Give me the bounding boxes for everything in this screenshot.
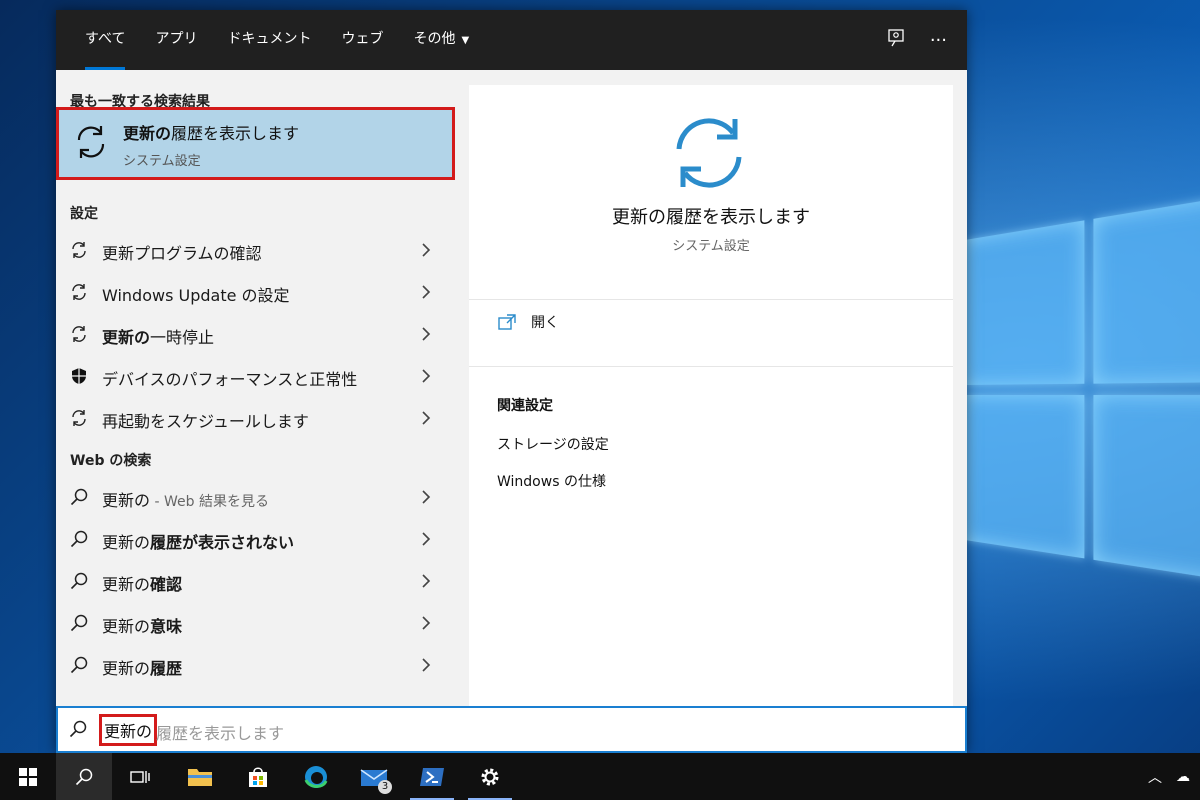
gear-icon (481, 768, 499, 785)
chevron-right-icon (422, 243, 431, 257)
web-item[interactable]: 更新の意味 (56, 603, 455, 643)
preview-title: 更新の履歴を表示します (612, 207, 810, 228)
search-tabs: すべて アプリ ドキュメント ウェブ その他 ▼ ··· (56, 10, 967, 70)
tab-all[interactable]: すべて (70, 10, 140, 70)
best-match-subtitle: システム設定 (123, 154, 201, 169)
refresh-icon (72, 326, 86, 342)
edge-button[interactable] (288, 753, 344, 800)
settings-button[interactable] (462, 753, 518, 800)
related-item-storage[interactable]: ストレージの設定 (497, 434, 609, 454)
start-search-panel: すべて アプリ ドキュメント ウェブ その他 ▼ ··· 最も一致する検索結果 更… (56, 10, 967, 753)
refresh-icon (72, 284, 86, 300)
web-search-heading: Web の検索 (70, 453, 152, 469)
settings-heading: 設定 (70, 206, 98, 222)
results-list: 最も一致する検索結果 更新の履歴を表示します システム設定 設定 更新プログラム… (56, 70, 455, 706)
autocomplete-hint: 履歴を表示します (156, 724, 285, 743)
chevron-down-icon: ▼ (461, 35, 470, 46)
file-explorer-button[interactable] (172, 753, 228, 800)
chevron-up-icon[interactable]: ︿ (1148, 767, 1162, 787)
chevron-right-icon (422, 285, 431, 299)
store-button[interactable] (230, 753, 286, 800)
divider (469, 299, 953, 300)
related-item-windows-spec[interactable]: Windows の仕様 (497, 471, 606, 491)
settings-item-label: デバイスのパフォーマンスと正常性 (102, 370, 358, 389)
taskbar: 3 ︿ ☁ (0, 753, 1200, 800)
open-label: 開く (531, 315, 559, 331)
preview-pane: 更新の履歴を表示します システム設定 開く 関連設定 ストレージの設定 Wind… (469, 85, 953, 706)
refresh-icon (72, 410, 86, 426)
web-item-label: 更新の履歴 (102, 659, 183, 678)
more-options-icon[interactable]: ··· (930, 30, 947, 51)
folder-icon (188, 768, 212, 786)
chevron-right-icon (422, 532, 431, 546)
best-match-title: 更新の履歴を表示します (123, 124, 300, 143)
feedback-icon[interactable] (886, 28, 906, 53)
refresh-icon (72, 242, 86, 258)
open-action[interactable]: 開く (497, 312, 559, 332)
web-item[interactable]: 更新の履歴が表示されない (56, 519, 455, 559)
windows-logo-wallpaper (965, 190, 1200, 600)
cloud-icon[interactable]: ☁ (1176, 769, 1190, 785)
taskbar-search-button[interactable] (56, 753, 112, 800)
system-tray: ︿ ☁ (1148, 753, 1190, 800)
refresh-icon (676, 118, 742, 188)
typed-query-highlight: 更新の (99, 714, 158, 746)
web-item[interactable]: 更新の - Web 結果を見る (56, 477, 455, 517)
chevron-right-icon (422, 658, 431, 672)
web-item[interactable]: 更新の履歴 (56, 645, 455, 685)
web-item-label: 更新の履歴が表示されない (102, 533, 295, 552)
refresh-icon (77, 126, 105, 158)
search-icon (75, 768, 93, 785)
windows-start-icon (19, 767, 37, 786)
search-icon (70, 656, 88, 674)
chevron-right-icon (422, 369, 431, 383)
settings-item-label: Windows Update の設定 (102, 286, 290, 305)
chevron-right-icon (422, 490, 431, 504)
chevron-right-icon (422, 411, 431, 425)
settings-item-label: 更新の一時停止 (102, 328, 215, 347)
start-button[interactable] (0, 753, 56, 800)
chevron-right-icon (422, 327, 431, 341)
settings-item-windows-update[interactable]: Windows Update の設定 (56, 272, 455, 312)
related-settings-heading: 関連設定 (497, 398, 553, 414)
best-match-item[interactable]: 更新の履歴を表示します システム設定 (56, 107, 455, 180)
preview-subtitle: システム設定 (672, 239, 750, 254)
mail-button[interactable]: 3 (346, 753, 402, 800)
store-icon (249, 766, 267, 787)
search-input[interactable]: 更新の 履歴を表示します (56, 706, 967, 753)
open-external-icon (498, 314, 516, 330)
web-item-label: 更新の - Web 結果を見る (102, 491, 269, 510)
settings-item-schedule-restart[interactable]: 再起動をスケジュールします (56, 398, 455, 438)
tab-web[interactable]: ウェブ (326, 10, 398, 70)
web-item-label: 更新の意味 (102, 617, 183, 636)
typed-query: 更新の (104, 722, 153, 741)
chevron-right-icon (422, 574, 431, 588)
mail-badge: 3 (378, 780, 392, 794)
settings-item-check-updates[interactable]: 更新プログラムの確認 (56, 230, 455, 270)
search-icon (70, 530, 88, 548)
task-view-icon (130, 770, 150, 783)
powershell-icon (420, 767, 444, 786)
web-item-label: 更新の確認 (102, 575, 183, 594)
task-view-button[interactable] (112, 753, 168, 800)
tab-documents[interactable]: ドキュメント (212, 10, 326, 70)
shield-icon (72, 368, 86, 384)
settings-item-label: 再起動をスケジュールします (102, 412, 309, 431)
tab-more[interactable]: その他 ▼ (398, 10, 484, 70)
search-icon (70, 572, 88, 590)
settings-item-pause-updates[interactable]: 更新の一時停止 (56, 314, 455, 354)
chevron-right-icon (422, 616, 431, 630)
settings-item-device-health[interactable]: デバイスのパフォーマンスと正常性 (56, 356, 455, 396)
web-item[interactable]: 更新の確認 (56, 561, 455, 601)
settings-item-label: 更新プログラムの確認 (102, 244, 262, 263)
search-icon (70, 614, 88, 632)
divider (469, 366, 953, 367)
tab-apps[interactable]: アプリ (140, 10, 212, 70)
search-icon (69, 720, 87, 738)
powershell-button[interactable] (404, 753, 460, 800)
edge-icon (304, 765, 328, 788)
search-icon (70, 488, 88, 506)
